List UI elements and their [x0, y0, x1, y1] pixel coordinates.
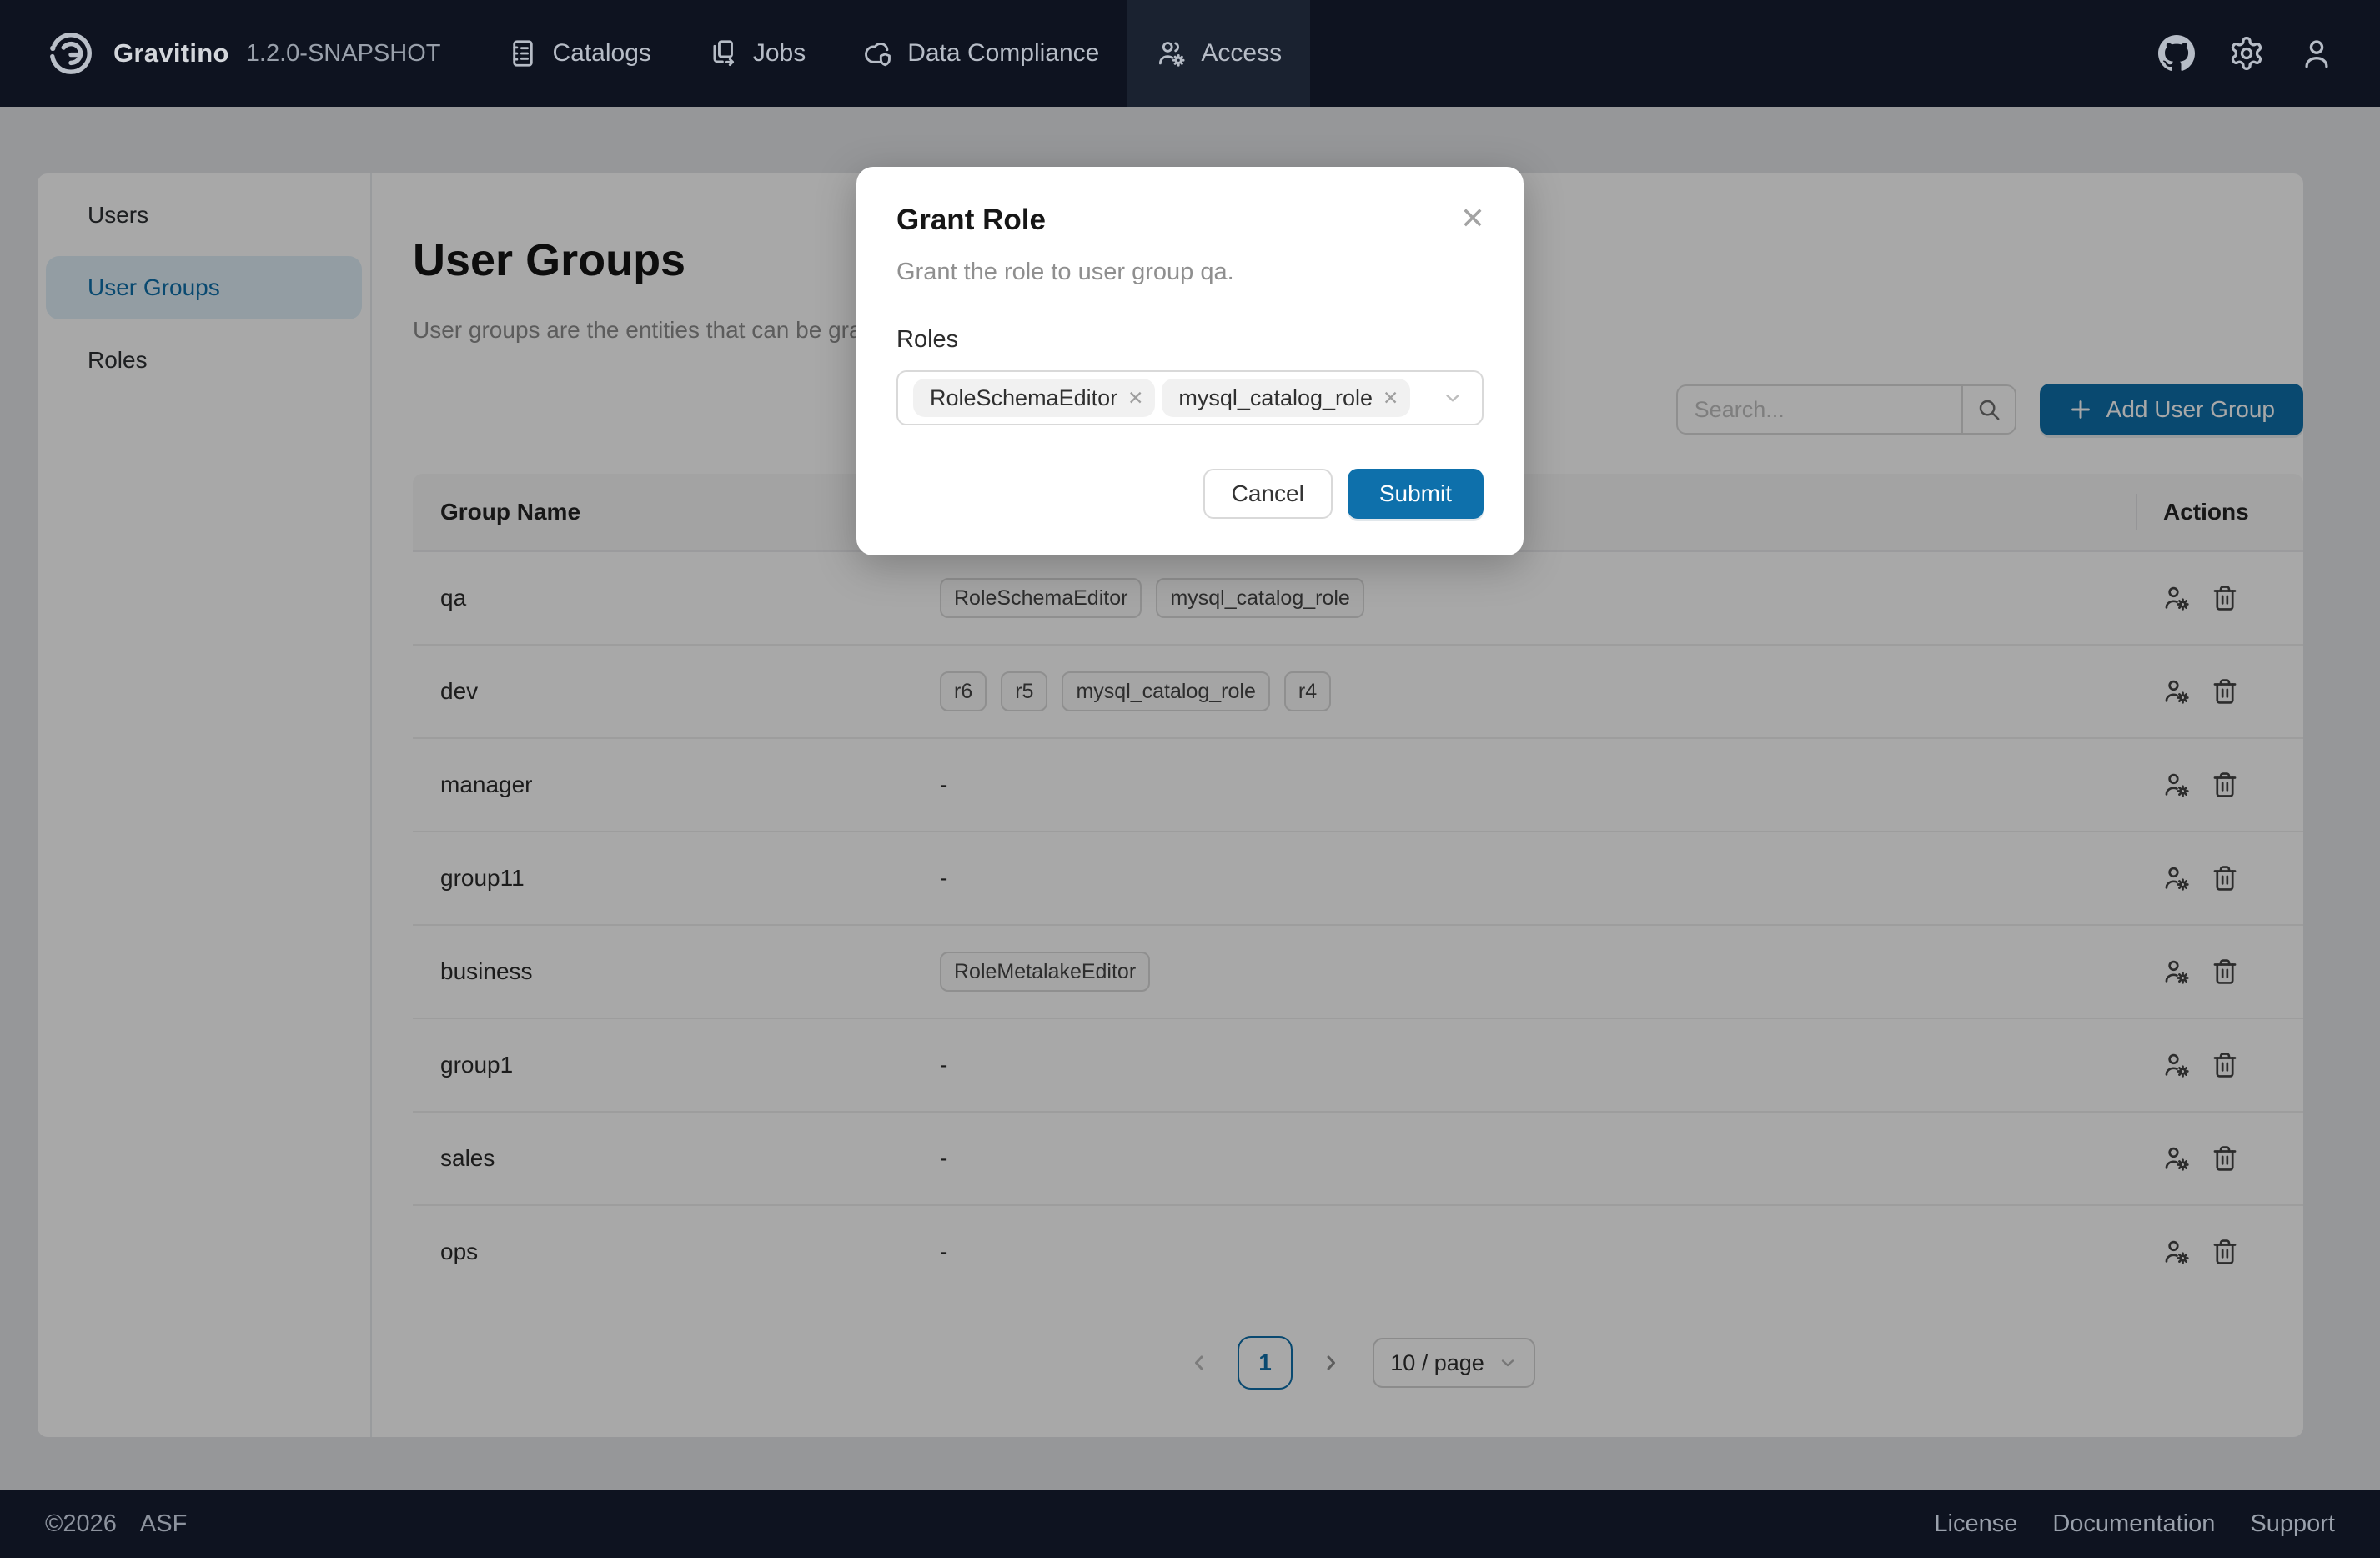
- footer-link-license[interactable]: License: [1934, 1510, 2017, 1538]
- settings-gear-icon[interactable]: [2228, 35, 2265, 72]
- footer-links: License Documentation Support: [1934, 1510, 2335, 1538]
- close-icon[interactable]: ✕: [1457, 200, 1489, 237]
- nav-item-jobs[interactable]: Jobs: [680, 0, 834, 107]
- remove-role-icon[interactable]: ✕: [1127, 387, 1143, 410]
- nav-item-data-compliance[interactable]: Data Compliance: [834, 0, 1127, 107]
- grant-role-modal: Grant Role ✕ Grant the role to user grou…: [856, 167, 1524, 555]
- selected-role-label: mysql_catalog_role: [1178, 385, 1373, 411]
- footer-link-support[interactable]: Support: [2250, 1510, 2335, 1538]
- nav-item-catalogs[interactable]: Catalogs: [479, 0, 679, 107]
- nav-label: Access: [1201, 39, 1282, 68]
- roles-field-label: Roles: [896, 326, 1484, 354]
- cancel-button[interactable]: Cancel: [1203, 469, 1333, 519]
- main-nav: Catalogs Jobs Data Compliance: [479, 0, 1310, 107]
- catalogs-icon: [507, 38, 539, 69]
- brand[interactable]: Gravitino 1.2.0-SNAPSHOT: [45, 28, 440, 79]
- user-icon[interactable]: [2298, 35, 2335, 72]
- copyright-year: ©2026: [45, 1510, 117, 1538]
- modal-title: Grant Role: [896, 204, 1484, 237]
- nav-item-access[interactable]: Access: [1127, 0, 1310, 107]
- modal-subtitle: Grant the role to user group qa.: [896, 259, 1484, 286]
- nav-label: Jobs: [753, 39, 806, 68]
- selected-role-tag: mysql_catalog_role ✕: [1162, 379, 1410, 417]
- chevron-down-icon: [1442, 387, 1464, 409]
- submit-button[interactable]: Submit: [1348, 469, 1484, 519]
- copyright: ©2026 ASF: [45, 1510, 187, 1538]
- app-window: Gravitino 1.2.0-SNAPSHOT Catalogs Jobs: [0, 0, 2380, 1558]
- app-title: Gravitino: [113, 38, 229, 68]
- app-version: 1.2.0-SNAPSHOT: [246, 40, 441, 68]
- remove-role-icon[interactable]: ✕: [1383, 387, 1398, 410]
- roles-multiselect[interactable]: RoleSchemaEditor ✕ mysql_catalog_role ✕: [896, 370, 1484, 425]
- nav-label: Data Compliance: [907, 39, 1099, 68]
- github-icon[interactable]: [2158, 35, 2195, 72]
- navbar-actions: [2158, 35, 2335, 72]
- footer-link-documentation[interactable]: Documentation: [2052, 1510, 2215, 1538]
- modal-actions: Cancel Submit: [896, 469, 1484, 519]
- data-compliance-icon: [862, 38, 894, 69]
- nav-label: Catalogs: [552, 39, 650, 68]
- selected-role-tag: RoleSchemaEditor ✕: [913, 379, 1155, 417]
- copyright-org: ASF: [140, 1510, 187, 1538]
- jobs-icon: [708, 38, 740, 69]
- top-navbar: Gravitino 1.2.0-SNAPSHOT Catalogs Jobs: [0, 0, 2380, 107]
- page-footer: ©2026 ASF License Documentation Support: [0, 1490, 2380, 1558]
- selected-role-label: RoleSchemaEditor: [930, 385, 1117, 411]
- gravitino-logo: [45, 28, 97, 79]
- selected-tags-container: RoleSchemaEditor ✕ mysql_catalog_role ✕: [906, 379, 1410, 417]
- access-icon: [1156, 38, 1187, 69]
